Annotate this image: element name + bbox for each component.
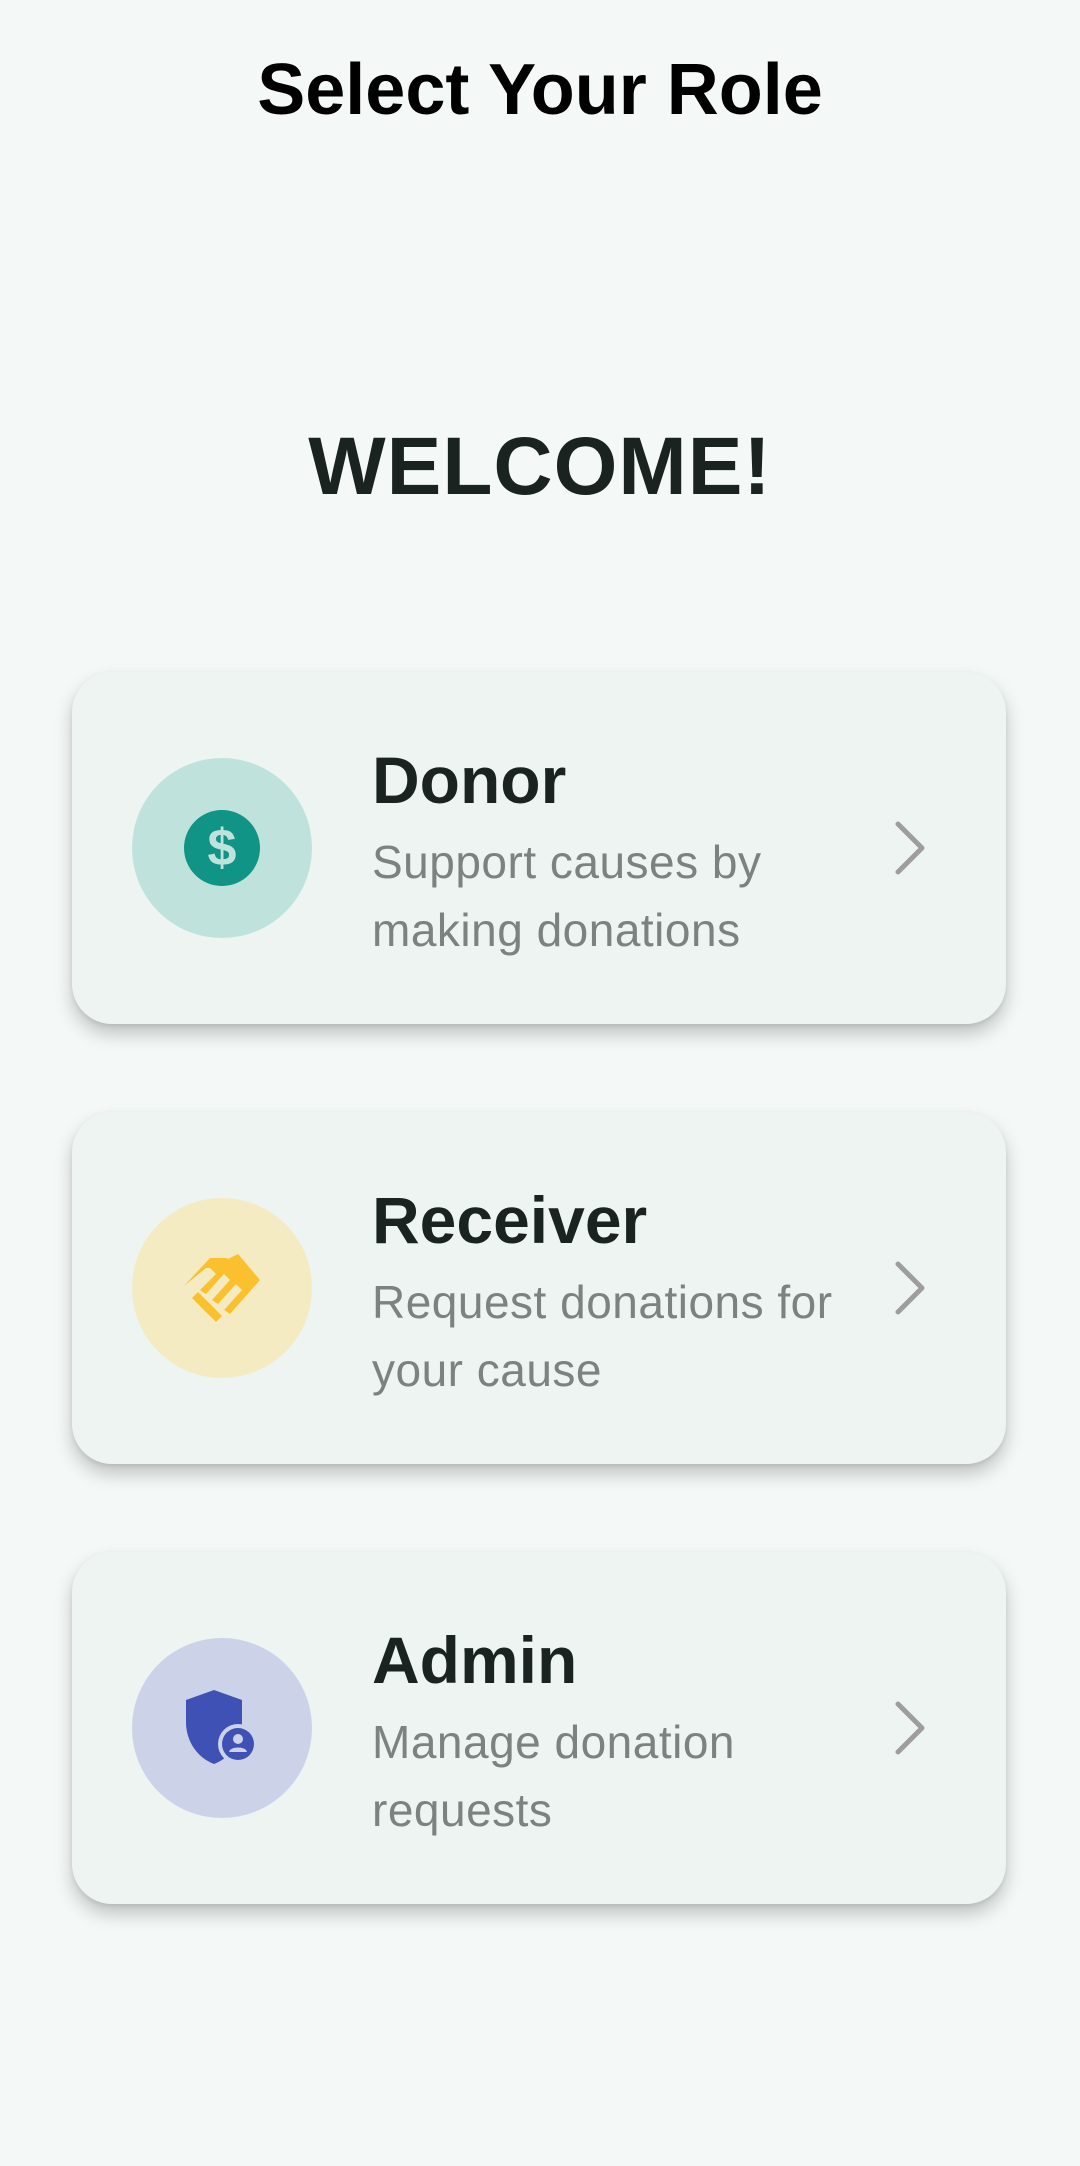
chevron-right-icon <box>880 1698 940 1758</box>
role-card-receiver[interactable]: Receiver Request donations for your caus… <box>72 1112 1006 1464</box>
handshake-icon <box>184 1254 260 1322</box>
dollar-coin-icon: $ <box>184 810 260 886</box>
role-description-receiver: Request donations for your cause <box>372 1276 833 1396</box>
donor-icon-circle: $ <box>132 758 312 938</box>
role-card-donor[interactable]: $ Donor Support causes by making donatio… <box>72 672 1006 1024</box>
chevron-right-icon <box>880 818 940 878</box>
admin-icon-circle <box>132 1638 312 1818</box>
admin-shield-icon <box>186 1690 258 1764</box>
role-card-admin[interactable]: Admin Manage donation requests <box>72 1552 1006 1904</box>
receiver-icon-circle <box>132 1198 312 1378</box>
page-title: Select Your Role <box>257 50 823 130</box>
app-bar: Select Your Role <box>0 0 1080 180</box>
role-description-admin: Manage donation requests <box>372 1716 736 1836</box>
chevron-right-icon <box>880 1258 940 1318</box>
role-description-donor: Support causes by making donations <box>372 836 762 956</box>
welcome-heading: WELCOME! <box>308 421 772 512</box>
role-title-receiver: Receiver <box>372 1183 648 1257</box>
svg-text:$: $ <box>208 819 237 877</box>
role-title-admin: Admin <box>372 1623 578 1697</box>
role-title-donor: Donor <box>372 743 567 817</box>
